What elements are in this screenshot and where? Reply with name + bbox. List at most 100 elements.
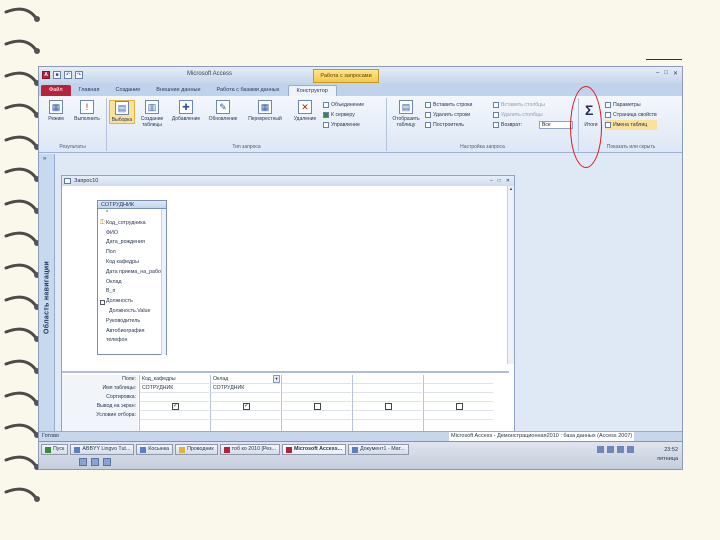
field-cell[interactable]: Код_кафедры <box>140 375 209 384</box>
quick-launch-icon[interactable] <box>103 458 111 466</box>
field-item[interactable]: Автобиография <box>100 327 166 337</box>
sort-cell[interactable] <box>140 393 209 402</box>
dropdown-arrow-icon[interactable]: ▼ <box>273 375 280 383</box>
minimize-button[interactable]: – <box>656 70 659 77</box>
tab-design[interactable]: Конструктор <box>287 85 337 96</box>
field-cell[interactable] <box>282 375 351 384</box>
builder-button[interactable]: Построитель <box>425 120 472 130</box>
field-item[interactable]: Руководитель <box>100 317 166 327</box>
quick-launch-icon[interactable] <box>79 458 87 466</box>
criteria-cell[interactable] <box>282 411 351 420</box>
table-cell[interactable]: СОТРУДНИК <box>140 384 209 393</box>
tab-external-data[interactable]: Внешние данные <box>148 85 208 96</box>
show-checkbox[interactable]: ✓ <box>172 403 179 410</box>
parameters-button[interactable]: Параметры <box>605 100 657 110</box>
criteria-cell[interactable] <box>353 411 422 420</box>
table-cell[interactable] <box>353 384 422 393</box>
delete-columns-button[interactable]: Удалить столбцы <box>493 110 545 120</box>
field-cell[interactable] <box>424 375 493 384</box>
sort-cell[interactable] <box>353 393 422 402</box>
tray-icon[interactable] <box>597 446 604 453</box>
taskbar-item-word[interactable]: Документ1 - Мат... <box>348 444 409 455</box>
query-maximize-button[interactable]: □ <box>498 176 501 186</box>
insert-columns-button[interactable]: Вставить столбцы <box>493 100 545 110</box>
maximize-button[interactable]: □ <box>664 70 668 77</box>
criteria-cell[interactable] <box>140 411 209 420</box>
field-cell[interactable] <box>353 375 422 384</box>
sort-cell[interactable] <box>424 393 493 402</box>
delete-query-button[interactable]: ✕ Удаление <box>289 100 321 122</box>
tray-icon[interactable] <box>607 446 614 453</box>
windows-logo-icon <box>45 446 51 453</box>
run-button[interactable]: ! Выполнить <box>71 100 103 122</box>
table-names-button[interactable]: Имена таблиц <box>605 120 657 130</box>
union-button[interactable]: Объединение <box>323 100 364 110</box>
sort-cell[interactable] <box>282 393 351 402</box>
save-icon[interactable]: ■ <box>53 71 61 79</box>
clock[interactable]: 23:52 пятница <box>657 446 678 464</box>
crosstab-button[interactable]: ▦ Перекрестный <box>243 100 287 122</box>
return-values-combo[interactable]: Все <box>539 121 573 129</box>
sort-cell[interactable] <box>211 393 280 402</box>
field-item[interactable]: Дата_рождения <box>100 238 166 248</box>
field-item[interactable]: ФИО <box>100 229 166 239</box>
table-field-list[interactable]: СОТРУДНИК * ⚿ Код_сотрудника ФИО Дата_рож… <box>97 200 167 355</box>
field-item[interactable]: Пол <box>100 248 166 258</box>
taskbar-item-solitaire[interactable]: Косынка <box>136 444 174 455</box>
select-query-button[interactable]: ▤ Выборка <box>109 100 135 124</box>
table-cell[interactable] <box>282 384 351 393</box>
taskbar-item-document[interactable]: тоб ко 2010 [Рез... <box>219 444 280 455</box>
tab-create[interactable]: Создание <box>107 85 148 96</box>
tab-database-tools[interactable]: Работа с базами данных <box>209 85 288 96</box>
table-cell[interactable] <box>424 384 493 393</box>
criteria-cell[interactable] <box>424 411 493 420</box>
show-table-button[interactable]: ▤ Отобразить таблицу <box>389 100 423 128</box>
table-name[interactable]: СОТРУДНИК <box>98 201 166 209</box>
criteria-cell[interactable] <box>211 411 280 420</box>
show-checkbox[interactable]: ✓ <box>243 403 250 410</box>
field-item[interactable]: Код кафедры <box>100 258 166 268</box>
data-definition-button[interactable]: Управление <box>323 120 364 130</box>
insert-rows-button[interactable]: Вставить строки <box>425 100 472 110</box>
table-pane-scrollbar[interactable]: ▲ <box>507 186 514 364</box>
field-item[interactable]: Оклад <box>100 278 166 288</box>
field-label: Руководитель <box>106 317 141 324</box>
field-list-scrollbar[interactable] <box>161 209 166 355</box>
field-item-key[interactable]: ⚿ Код_сотрудника <box>100 219 166 229</box>
taskbar-item-access[interactable]: Microsoft Access... <box>281 444 347 455</box>
make-table-button[interactable]: ▥ Создание таблицы <box>137 100 167 128</box>
show-checkbox[interactable] <box>385 403 392 410</box>
field-item[interactable]: В_п <box>100 287 166 297</box>
query-minimize-button[interactable]: – <box>490 176 493 186</box>
scroll-up-icon[interactable]: ▲ <box>508 186 514 191</box>
undo-icon[interactable]: ↶ <box>64 71 72 79</box>
show-checkbox[interactable] <box>456 403 463 410</box>
taskbar-item-explorer[interactable]: Проводник <box>175 444 218 455</box>
taskbar-item-lingvo[interactable]: ABBYY Lingvo Tut... <box>70 444 135 455</box>
field-item[interactable]: телефон <box>100 336 166 346</box>
close-button[interactable]: ✕ <box>673 70 678 77</box>
start-button[interactable]: Пуск <box>41 444 69 455</box>
tray-icon[interactable] <box>627 446 634 453</box>
field-item-multivalue[interactable]: Должность <box>100 297 166 307</box>
field-item[interactable]: * <box>100 209 166 219</box>
field-item[interactable]: Дата приема_на_работу <box>100 268 166 278</box>
show-checkbox[interactable] <box>314 403 321 410</box>
tab-file[interactable]: Файл <box>41 85 71 96</box>
property-sheet-button[interactable]: Страница свойств <box>605 110 657 120</box>
table-cell[interactable]: СОТРУДНИК <box>211 384 280 393</box>
view-button[interactable]: ▦ Режим <box>43 100 69 122</box>
update-button[interactable]: ✎ Обновление <box>205 100 241 122</box>
redo-icon[interactable]: ↷ <box>75 71 83 79</box>
tray-icon[interactable] <box>617 446 624 453</box>
field-cell[interactable]: Оклад ▼ <box>211 375 280 384</box>
tab-home[interactable]: Главная <box>71 85 108 96</box>
pass-through-button[interactable]: К серверу <box>323 110 364 120</box>
query-close-button[interactable]: ✕ <box>506 176 510 186</box>
append-button[interactable]: ✚ Добавление <box>169 100 203 122</box>
taskbar-item-label: Косынка <box>148 446 170 452</box>
quick-launch-icon[interactable] <box>91 458 99 466</box>
nav-pane-toggle[interactable]: » <box>43 156 46 162</box>
field-item[interactable]: Должность.Value <box>100 307 166 317</box>
delete-rows-button[interactable]: Удалить строки <box>425 110 472 120</box>
